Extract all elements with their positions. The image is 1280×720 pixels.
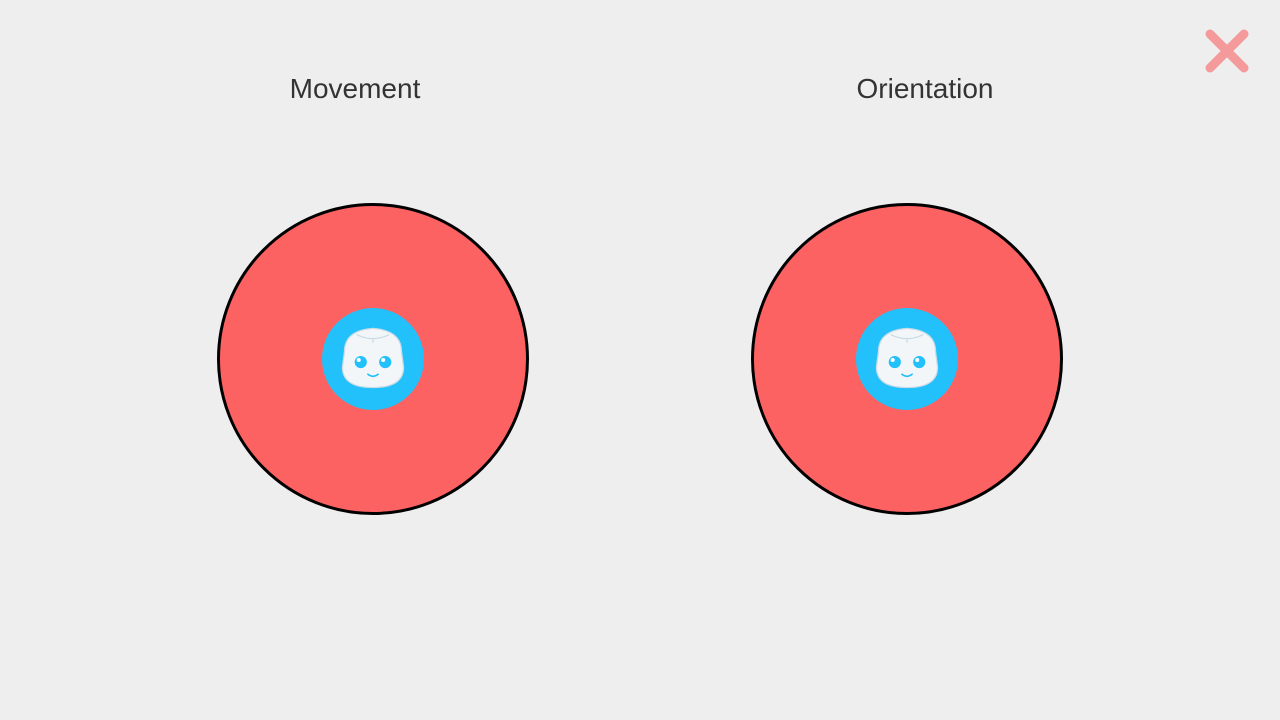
robot-face-icon <box>856 308 958 410</box>
close-button[interactable] <box>1202 26 1252 76</box>
orientation-joystick-pad[interactable] <box>751 203 1063 515</box>
movement-joystick-knob[interactable] <box>322 308 424 410</box>
movement-joystick-pad[interactable] <box>217 203 529 515</box>
orientation-joystick-knob[interactable] <box>856 308 958 410</box>
orientation-title: Orientation <box>856 73 994 104</box>
movement-title: Movement <box>289 73 421 104</box>
robot-face-icon <box>322 308 424 410</box>
close-icon <box>1205 29 1249 73</box>
